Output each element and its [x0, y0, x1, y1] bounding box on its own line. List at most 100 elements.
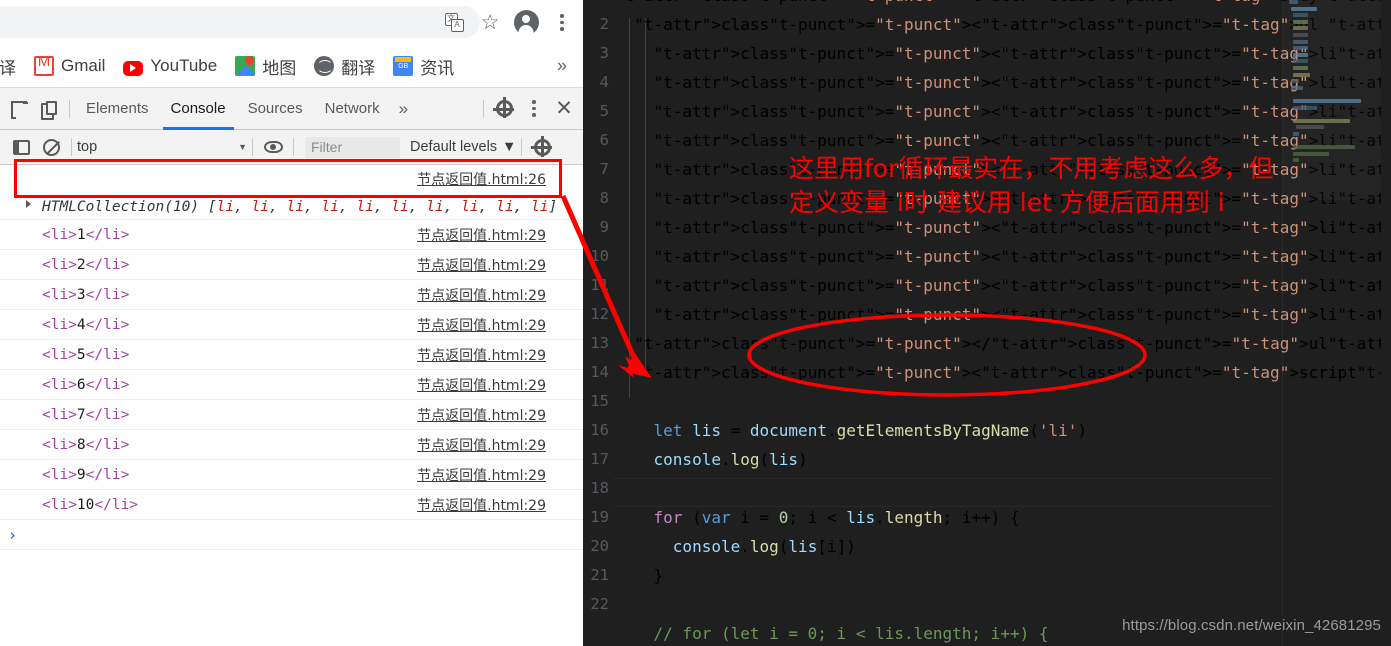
console-node-value: <li>5</li>: [42, 346, 130, 363]
star-icon[interactable]: ☆: [473, 6, 507, 40]
code-line[interactable]: "t-attr">class"t-punct">="t-punct"><"t-a…: [615, 10, 1391, 39]
gear-icon[interactable]: [527, 132, 557, 162]
console-source-link[interactable]: 节点返回值.html:29: [417, 465, 546, 485]
code-line[interactable]: "t-attr">class"t-punct">="t-punct"><"t-a…: [615, 39, 1391, 68]
close-icon[interactable]: ✕: [549, 94, 579, 124]
tab-network[interactable]: Network: [314, 88, 391, 130]
console-source-link[interactable]: 节点返回值.html:26: [417, 169, 546, 189]
editor-scrollbar[interactable]: [1381, 0, 1391, 646]
bookmark-item-0[interactable]: 译: [0, 50, 25, 83]
execution-context-select[interactable]: top ▼: [77, 139, 247, 155]
code-line[interactable]: "t-attr">class"t-punct">="t-punct"><"t-a…: [615, 271, 1391, 300]
code-line[interactable]: console.log(lis): [615, 445, 1275, 474]
bookmark-item-maps[interactable]: 地图: [226, 50, 305, 83]
code-line[interactable]: console.log(lis[i]): [615, 532, 1275, 561]
code-line[interactable]: [615, 387, 1275, 416]
code-line[interactable]: "t-attr">class"t-punct">="t-punct"><"t-a…: [615, 184, 1391, 213]
live-expression-icon[interactable]: [258, 132, 288, 162]
code-line[interactable]: "t-attr">class"t-punct">="t-punct"><"t-a…: [615, 155, 1391, 184]
avatar-icon[interactable]: [509, 6, 543, 40]
console-entry-node[interactable]: <li>4</li> 节点返回值.html:29: [0, 310, 583, 340]
code-line[interactable]: "t-attr">class"t-punct">="t-punct"><"t-a…: [615, 126, 1391, 155]
console-node-value: <li>10</li>: [42, 496, 139, 513]
code-line[interactable]: }: [615, 561, 1275, 590]
bookmark-label: Gmail: [61, 56, 106, 75]
prompt-caret-icon: ›: [8, 525, 18, 544]
line-number: 10: [590, 247, 609, 265]
bookmark-item-translate[interactable]: 翻译: [305, 50, 384, 83]
console-entry-node[interactable]: <li>1</li> 节点返回值.html:29: [0, 220, 583, 250]
bookmark-item-youtube[interactable]: YouTube: [114, 52, 226, 80]
code-line[interactable]: for (var i = 0; i < lis.length; i++) {: [615, 503, 1275, 532]
clear-console-icon[interactable]: [36, 132, 66, 162]
expand-triangle-icon[interactable]: [26, 200, 31, 208]
code-line[interactable]: "t-attr">class"t-punct">="t-punct"><"t-a…: [615, 68, 1391, 97]
console-entry-object[interactable]: HTMLCollection(10) [li, li, li, li, li, …: [0, 165, 583, 220]
kebab-menu-icon[interactable]: [545, 6, 579, 40]
console-entry-node[interactable]: <li>7</li> 节点返回值.html:29: [0, 400, 583, 430]
code-line[interactable]: "t-attr">class"t-punct">="t-punct"><"t-a…: [615, 97, 1391, 126]
gear-icon[interactable]: [489, 94, 519, 124]
bookmark-item-news[interactable]: 资讯: [384, 50, 463, 83]
console-entry-node[interactable]: <li>8</li> 节点返回值.html:29: [0, 430, 583, 460]
code-line[interactable]: "t-attr">class"t-punct">="t-punct"><"t-a…: [615, 300, 1391, 329]
bookmarks-overflow-icon[interactable]: »: [557, 56, 567, 77]
line-number: 6: [599, 131, 609, 149]
console-source-link[interactable]: 节点返回值.html:29: [417, 435, 546, 455]
console-entry-node[interactable]: <li>2</li> 节点返回值.html:29: [0, 250, 583, 280]
chrome-browser-pane: 文 A ☆ 译 Gmail: [0, 0, 583, 646]
divider: [483, 99, 484, 118]
screenshot-root: 文 A ☆ 译 Gmail: [0, 0, 1391, 646]
console-node-value: <li>7</li>: [42, 406, 130, 423]
code-line[interactable]: "t-attr">class"t-punct">="t-punct"><"t-a…: [615, 358, 1391, 387]
inspect-element-icon[interactable]: [4, 94, 34, 124]
console-node-value: <li>8</li>: [42, 436, 130, 453]
tab-sources[interactable]: Sources: [237, 88, 314, 130]
line-number-gutter: 1234567891011121314151617181920212223242…: [583, 0, 613, 627]
translate-icon[interactable]: 文 A: [437, 6, 471, 40]
code-line[interactable]: "t-attr">class"t-punct">="t-punct"><"t-a…: [615, 0, 1391, 10]
console-entry-node[interactable]: <li>9</li> 节点返回值.html:29: [0, 460, 583, 490]
console-source-link[interactable]: 节点返回值.html:29: [417, 285, 546, 305]
console-source-link[interactable]: 节点返回值.html:29: [417, 345, 546, 365]
tab-console[interactable]: Console: [160, 88, 237, 130]
kebab-menu-icon[interactable]: [519, 94, 549, 124]
code-line[interactable]: "t-attr">class"t-punct">="t-punct"></"t-…: [615, 329, 1391, 358]
tab-elements[interactable]: Elements: [75, 88, 160, 130]
console-source-link[interactable]: 节点返回值.html:29: [417, 255, 546, 275]
execution-context-value: top: [77, 139, 98, 155]
code-line[interactable]: [615, 590, 1275, 619]
log-levels-select[interactable]: Default levels ▼: [410, 139, 516, 155]
console-entry-node[interactable]: <li>6</li> 节点返回值.html:29: [0, 370, 583, 400]
divider: [252, 138, 253, 156]
console-source-link[interactable]: 节点返回值.html:29: [417, 405, 546, 425]
minimap-slider[interactable]: [1283, 0, 1381, 200]
filter-input[interactable]: Filter: [305, 136, 400, 158]
console-source-link[interactable]: 节点返回值.html:29: [417, 315, 546, 335]
console-source-link[interactable]: 节点返回值.html:29: [417, 225, 546, 245]
google-translate-icon: [314, 56, 335, 76]
console-source-link[interactable]: 节点返回值.html:29: [417, 495, 546, 515]
console-entry-node[interactable]: <li>5</li> 节点返回值.html:29: [0, 340, 583, 370]
code-line[interactable]: let lis = document.getElementsByTagName(…: [615, 416, 1275, 445]
console-prompt[interactable]: ›: [0, 520, 583, 550]
console-source-link[interactable]: 节点返回值.html:29: [417, 375, 546, 395]
code-line[interactable]: "t-attr">class"t-punct">="t-punct"><"t-a…: [615, 242, 1391, 271]
line-number: 1: [583, 0, 609, 10]
code-line[interactable]: [615, 474, 1275, 503]
device-toolbar-icon[interactable]: [34, 94, 64, 124]
console-object-value: HTMLCollection(10) [li, li, li, li, li, …: [42, 199, 558, 215]
code-content[interactable]: "t-attr">class"t-punct">="t-punct"><"t-a…: [615, 0, 1391, 646]
address-bar[interactable]: [0, 6, 480, 38]
execute-icon[interactable]: [6, 132, 36, 162]
bookmark-item-gmail[interactable]: Gmail: [25, 52, 114, 80]
line-number: 20: [590, 537, 609, 555]
youtube-icon: [123, 60, 144, 76]
console-log-area[interactable]: HTMLCollection(10) [li, li, li, li, li, …: [0, 165, 583, 646]
editor-minimap[interactable]: [1283, 0, 1381, 646]
more-tabs-icon[interactable]: »: [391, 99, 416, 119]
console-entry-node[interactable]: <li>3</li> 节点返回值.html:29: [0, 280, 583, 310]
console-entry-node[interactable]: <li>10</li> 节点返回值.html:29: [0, 490, 583, 520]
code-line[interactable]: "t-attr">class"t-punct">="t-punct"><"t-a…: [615, 213, 1391, 242]
line-number: 16: [590, 421, 609, 439]
